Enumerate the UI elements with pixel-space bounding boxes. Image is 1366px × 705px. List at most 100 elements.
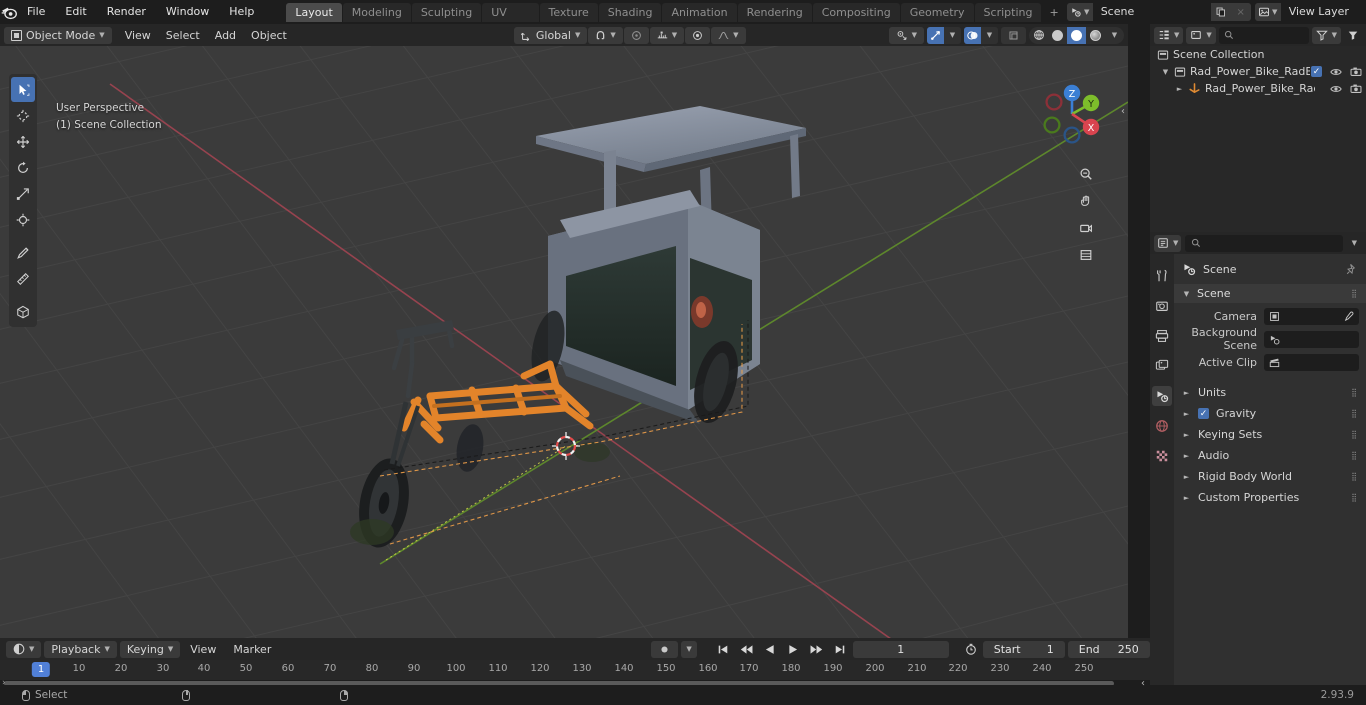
tab-texture[interactable] [1152,446,1172,466]
viewport-menu-select[interactable]: Select [159,27,207,44]
outliner-row-collection[interactable]: ▼ Rad_Power_Bike_RadBurro_v ✓ [1150,63,1366,80]
scene-name-field[interactable]: Scene [1092,3,1211,21]
scene-panel-header[interactable]: ▼ Scene ⣿ [1174,284,1366,303]
tab-render[interactable] [1152,296,1172,316]
shading-material-preview[interactable] [1067,26,1086,44]
tool-move[interactable] [11,129,35,154]
tool-tweak-select-box[interactable] [11,77,35,102]
3d-viewport[interactable]: Object Mode ▼ View Select Add Object Glo… [0,24,1128,638]
viewport-sidebar-collapse-arrow[interactable]: ‹ [1121,106,1125,117]
falloff-selector[interactable]: ▼ [711,26,746,44]
play-button[interactable] [783,641,803,658]
section-units[interactable]: ► Units ⣿ [1174,382,1366,403]
disclosure-triangle-icon[interactable]: ► [1182,473,1191,481]
tab-tool[interactable] [1152,266,1172,286]
timeline-menu-playback[interactable]: Playback ▼ [44,640,117,658]
pan-hand-icon[interactable] [1076,191,1096,211]
show-overlays-toggle[interactable] [964,26,981,44]
menu-help[interactable]: Help [219,2,264,22]
tab-scene[interactable] [1152,386,1172,406]
playhead[interactable]: 1 [31,662,51,677]
unlink-scene-button[interactable]: × [1230,3,1251,21]
timeline-ruler[interactable]: 1 10 20 30 40 50 60 70 80 90 100 110 120… [0,660,1150,680]
tab-layout[interactable]: Layout [286,2,342,22]
show-gizmo-dropdown[interactable]: ▼ [944,26,961,44]
disclosure-triangle-icon[interactable]: ► [1175,85,1184,93]
zoom-icon[interactable] [1076,164,1096,184]
proportional-edit-toggle[interactable] [623,26,649,44]
section-keying-sets[interactable]: ► Keying Sets ⣿ [1174,424,1366,445]
disclosure-triangle-icon[interactable]: ▼ [1161,68,1170,76]
background-scene-field[interactable] [1264,330,1359,348]
interaction-mode-selector[interactable]: Object Mode ▼ [4,26,112,44]
timeline-menu-keying[interactable]: Keying ▼ [119,640,181,658]
viewport-menu-object[interactable]: Object [244,27,294,44]
section-audio[interactable]: ► Audio ⣿ [1174,445,1366,466]
proportional-editing-objects-toggle[interactable] [685,26,711,44]
blender-logo-icon[interactable] [0,0,17,24]
eyedropper-icon[interactable] [1343,311,1354,322]
timeline-editor[interactable]: ▼ Playback ▼ Keying ▼ View Marker ▼ 1 St… [0,638,1150,689]
scene-selector[interactable]: ▼ Scene × [1066,3,1251,21]
tab-scripting[interactable]: Scripting [974,2,1042,22]
transform-orientation-selector[interactable]: Global ▼ [513,26,588,44]
new-scene-button[interactable] [1210,3,1231,21]
outliner-row-scene-collection[interactable]: Scene Collection [1150,46,1366,63]
timeline-editor-type-selector[interactable]: ▼ [6,640,42,658]
snap-target-selector[interactable]: ▼ [649,26,685,44]
properties-search-input[interactable] [1185,234,1343,252]
menu-edit[interactable]: Edit [55,2,96,22]
outliner-display-mode[interactable]: ▼ [1186,26,1216,44]
outliner-filter-button[interactable]: ▼ [1311,26,1341,44]
end-frame-field[interactable]: End 250 [1067,640,1150,658]
menu-window[interactable]: Window [156,2,219,22]
tab-animation[interactable]: Animation [662,2,737,22]
outliner-filter-toggle[interactable] [1344,27,1362,44]
disclosure-triangle-icon[interactable]: ► [1182,389,1191,397]
show-overlays-dropdown[interactable]: ▼ [981,26,998,44]
auto-keying-toggle[interactable] [651,640,679,658]
section-custom-properties[interactable]: ► Custom Properties ⣿ [1174,487,1366,508]
disclosure-triangle-icon[interactable]: ► [1182,431,1191,439]
eye-icon[interactable] [1330,84,1342,94]
show-gizmo-toggle[interactable] [927,26,944,44]
outliner-editor-type-selector[interactable]: ▼ [1154,26,1184,44]
shading-dropdown[interactable]: ▼ [1105,27,1124,44]
current-frame-field[interactable]: 1 [852,640,949,658]
tool-annotate[interactable] [11,240,35,265]
timeline-menu-view[interactable]: View [183,641,223,658]
viewlayer-name-field[interactable]: View Layer [1280,3,1366,21]
timeline-menu-marker[interactable]: Marker [226,641,278,658]
snap-magnet-toggle[interactable]: ▼ [588,26,623,44]
properties-editor-type-selector[interactable]: ▼ [1154,234,1182,252]
gravity-checkbox[interactable]: ✓ [1198,408,1209,419]
add-workspace-button[interactable]: + [1042,3,1065,22]
section-gravity[interactable]: ► ✓ Gravity ⣿ [1174,403,1366,424]
section-rigid-body-world[interactable]: ► Rigid Body World ⣿ [1174,466,1366,487]
jump-to-start-button[interactable] [713,641,733,658]
tab-output[interactable] [1152,326,1172,346]
active-clip-field[interactable] [1264,353,1359,371]
shading-wireframe[interactable] [1029,27,1048,44]
tab-shading[interactable]: Shading [598,2,662,22]
tab-viewlayer[interactable] [1152,356,1172,376]
play-reverse-button[interactable] [760,641,780,658]
viewport-navigation-gizmo[interactable]: Z Y X [1034,76,1110,152]
camera-view-icon[interactable] [1076,218,1096,238]
tab-world[interactable] [1152,416,1172,436]
scene-icon[interactable]: ▼ [1066,3,1093,21]
collection-enable-checkbox[interactable]: ✓ [1311,66,1322,77]
panel-disclosure-icon[interactable]: ▼ [1182,290,1191,298]
disclosure-triangle-icon[interactable]: ► [1182,494,1191,502]
use-preview-range-icon[interactable] [962,641,980,658]
tab-rendering[interactable]: Rendering [737,2,812,22]
camera-field[interactable] [1264,307,1359,325]
camera-icon[interactable] [1350,83,1362,94]
outliner-row-object[interactable]: ► Rad_Power_Bike_RadBu [1150,80,1366,97]
tab-texture-paint[interactable]: Texture Paint [539,2,598,38]
next-keyframe-button[interactable] [806,641,827,658]
outliner-editor[interactable]: ▼ ▼ ▼ Scene Collection ▼ Rad_Power_Bike_… [1150,24,1366,232]
camera-icon[interactable] [1350,66,1362,77]
tool-cursor[interactable] [11,103,35,128]
viewport-gizmo-toggle[interactable]: ▼ [888,26,924,44]
